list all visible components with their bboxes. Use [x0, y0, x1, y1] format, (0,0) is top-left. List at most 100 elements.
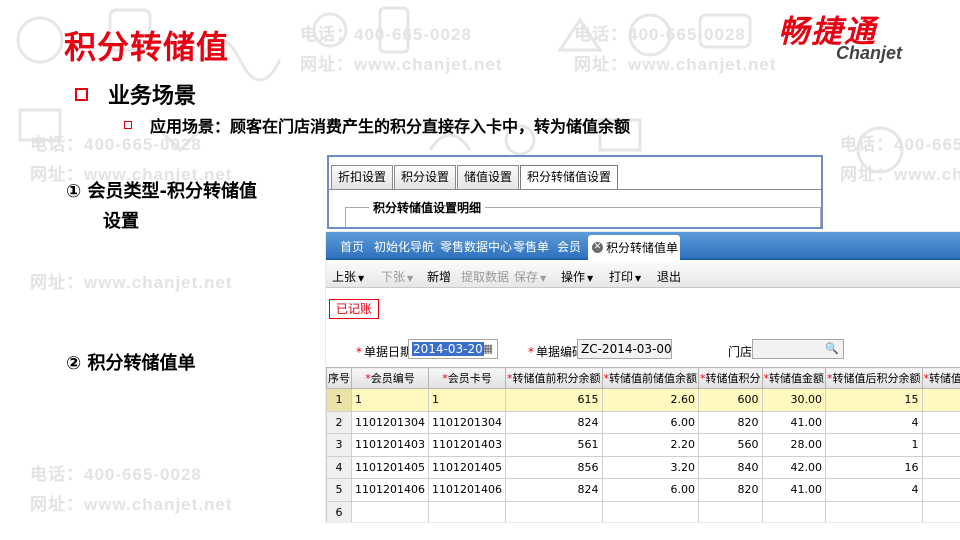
column-header[interactable]: *转储值后储值余额 [921, 367, 960, 389]
nav-home[interactable]: 首页 [340, 238, 364, 255]
table-cell[interactable]: 1101201403 [351, 433, 429, 457]
table-cell[interactable]: 41.00 [761, 410, 826, 434]
table-cell[interactable] [921, 500, 960, 522]
table-cell[interactable]: 47.00 [921, 478, 960, 502]
store-field[interactable]: 🔍 [752, 339, 844, 359]
table-cell[interactable]: 600 [698, 388, 763, 412]
table-cell[interactable]: 32.60 [921, 388, 960, 412]
table-cell[interactable] [761, 500, 826, 522]
table-cell[interactable]: 840 [698, 455, 763, 479]
save-button[interactable]: 保存 ▼ [514, 268, 546, 285]
operation-button[interactable]: 操作 ▼ [561, 268, 593, 285]
row-number-cell[interactable]: 2 [326, 410, 352, 434]
extract-data-button[interactable]: 提取数据 [461, 268, 509, 285]
table-cell[interactable]: 824 [505, 410, 603, 434]
table-cell[interactable]: 1101201405 [428, 455, 506, 479]
table-cell[interactable]: 2.60 [601, 388, 699, 412]
code-label: * 单据编码 [528, 345, 585, 359]
table-cell[interactable]: 28.00 [761, 433, 826, 457]
table-cell[interactable]: 42.00 [761, 455, 826, 479]
table-cell[interactable] [698, 500, 763, 522]
calendar-icon[interactable]: ▦ [483, 340, 493, 358]
voucher-detail-table: 序号 *会员编号 *会员卡号 *转储值前积分余额 *转储值前储值余额 *转储值积… [326, 367, 960, 522]
table-cell[interactable]: 1101201406 [351, 478, 429, 502]
search-icon[interactable]: 🔍 [825, 340, 839, 358]
table-cell[interactable]: 16 [825, 455, 923, 479]
code-field[interactable]: ZC-2014-03-0003 [577, 339, 672, 359]
table-cell[interactable]: 1101201405 [351, 455, 429, 479]
nav-member[interactable]: 会员 [557, 238, 581, 255]
exit-button[interactable]: 退出 [657, 268, 681, 285]
table-row[interactable]: 3110120140311012014035612.2056028.00130.… [326, 433, 960, 457]
table-cell[interactable]: 6.00 [601, 478, 699, 502]
table-cell[interactable]: 41.00 [761, 478, 826, 502]
column-header[interactable]: *转储值前积分余额 [505, 367, 603, 389]
table-cell[interactable]: 47.00 [921, 410, 960, 434]
table-cell[interactable]: 30.00 [761, 388, 826, 412]
column-header[interactable]: *转储值后积分余额 [825, 367, 923, 389]
tab-discount-settings[interactable]: 折扣设置 [331, 165, 394, 189]
table-cell[interactable]: 30.20 [921, 433, 960, 457]
column-header[interactable]: *会员卡号 [428, 367, 506, 389]
table-cell[interactable]: 1 [825, 433, 923, 457]
tab-points-to-stored-value-voucher[interactable]: ✕ 积分转储值单 [588, 235, 680, 260]
row-number-cell[interactable]: 1 [326, 388, 352, 412]
table-cell[interactable]: 4 [825, 478, 923, 502]
table-cell[interactable] [825, 500, 923, 522]
row-number-cell[interactable]: 5 [326, 478, 352, 502]
table-cell[interactable]: 1 [351, 388, 429, 412]
bullet-business-scene: 业务场景 [75, 78, 196, 110]
table-cell[interactable] [505, 500, 603, 522]
table-cell[interactable]: 2.20 [601, 433, 699, 457]
row-number-cell[interactable]: 3 [326, 433, 352, 457]
prev-button[interactable]: 上张 ▼ [332, 268, 364, 285]
row-number-cell[interactable]: 4 [326, 455, 352, 479]
table-cell[interactable] [601, 500, 699, 522]
nav-retail-order[interactable]: 零售单 [513, 238, 549, 255]
column-header[interactable]: 序号 [326, 367, 352, 389]
row-number-cell[interactable]: 6 [326, 500, 352, 522]
table-cell[interactable]: 560 [698, 433, 763, 457]
table-cell[interactable]: 1 [428, 388, 506, 412]
table-cell[interactable]: 561 [505, 433, 603, 457]
next-button[interactable]: 下张 ▼ [381, 268, 413, 285]
table-cell[interactable]: 3.20 [601, 455, 699, 479]
table-cell[interactable]: 824 [505, 478, 603, 502]
close-icon[interactable]: ✕ [592, 242, 603, 253]
table-cell[interactable]: 1101201403 [428, 433, 506, 457]
table-cell[interactable]: 1101201304 [428, 410, 506, 434]
table-row[interactable]: 6 [326, 500, 960, 522]
table-cell[interactable]: 6.00 [601, 410, 699, 434]
table-row[interactable]: 2110120130411012013048246.0082041.00447.… [326, 410, 960, 434]
table-cell[interactable]: 856 [505, 455, 603, 479]
column-header[interactable]: *会员编号 [351, 367, 429, 389]
table-row[interactable]: 4110120140511012014058563.2084042.001645… [326, 455, 960, 479]
table-row[interactable]: 1116152.6060030.001532.60 [326, 388, 960, 412]
print-button[interactable]: 打印 ▼ [609, 268, 641, 285]
nav-retail-data-center[interactable]: 零售数据中心 [440, 238, 512, 255]
tab-points-to-stored-value-settings[interactable]: 积分转储值设置 [520, 165, 619, 189]
watermark-phone: 电话：400-665-0028 [30, 465, 202, 484]
table-cell[interactable]: 820 [698, 478, 763, 502]
table-cell[interactable]: 820 [698, 410, 763, 434]
tab-stored-value-settings[interactable]: 储值设置 [457, 165, 520, 189]
date-label: * 单据日期 [356, 345, 413, 359]
table-cell[interactable] [428, 500, 506, 522]
table-cell[interactable]: 4 [825, 410, 923, 434]
chevron-down-icon: ▼ [587, 274, 594, 283]
column-header[interactable]: *转储值前储值余额 [601, 367, 699, 389]
table-row[interactable]: 5110120140611012014068246.0082041.00447.… [326, 478, 960, 502]
table-cell[interactable]: 45.20 [921, 455, 960, 479]
table-cell[interactable]: 15 [825, 388, 923, 412]
column-header[interactable]: *转储值积分 [698, 367, 763, 389]
table-cell[interactable] [351, 500, 429, 522]
new-button[interactable]: 新增 [427, 268, 451, 285]
nav-init-guide[interactable]: 初始化导航 [374, 238, 434, 255]
column-header[interactable]: *转储值金额 [761, 367, 826, 389]
table-cell[interactable]: 1101201304 [351, 410, 429, 434]
table-cell[interactable]: 615 [505, 388, 603, 412]
table-cell[interactable]: 1101201406 [428, 478, 506, 502]
date-field[interactable]: 2014-03-20 ▦ [408, 339, 498, 359]
tab-points-settings[interactable]: 积分设置 [394, 165, 457, 189]
chevron-down-icon: ▼ [635, 274, 642, 283]
